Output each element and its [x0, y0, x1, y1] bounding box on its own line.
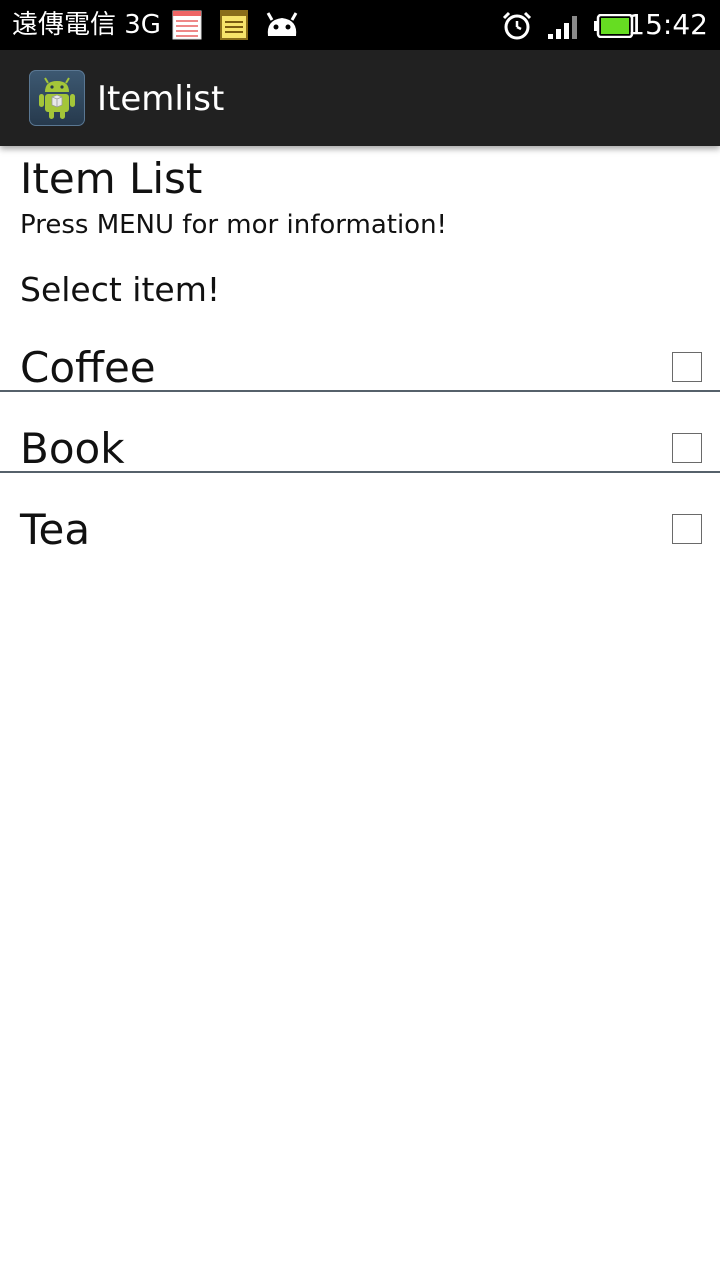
- item-label: Coffee: [20, 343, 156, 392]
- item-checkbox[interactable]: [672, 514, 702, 544]
- select-item-label: Select item!: [20, 270, 221, 309]
- notepad-icon: [220, 10, 248, 40]
- page-heading: Item List: [20, 154, 203, 203]
- android-app-icon: [39, 77, 75, 119]
- list-item-book[interactable]: Book: [0, 411, 720, 491]
- action-bar: Itemlist: [0, 50, 720, 146]
- status-bar: 遠傳電信 3G 15:42: [0, 0, 720, 50]
- android-notification-icon: [266, 12, 298, 36]
- status-time: 15:42: [627, 8, 708, 41]
- list-item-coffee[interactable]: Coffee: [0, 330, 720, 410]
- list-item-tea[interactable]: Tea: [0, 492, 720, 572]
- item-checkbox[interactable]: [672, 352, 702, 382]
- item-checkbox[interactable]: [672, 433, 702, 463]
- divider: [0, 390, 720, 392]
- carrier-label: 遠傳電信 3G: [12, 10, 161, 40]
- app-icon[interactable]: [29, 70, 85, 126]
- alarm-icon: [502, 11, 532, 40]
- divider: [0, 471, 720, 473]
- item-label: Book: [20, 424, 125, 473]
- calendar-note-icon: [172, 10, 202, 40]
- app-title: Itemlist: [97, 79, 225, 119]
- signal-icon: [548, 16, 577, 39]
- item-label: Tea: [20, 505, 91, 554]
- menu-hint-text: Press MENU for mor information!: [20, 210, 447, 240]
